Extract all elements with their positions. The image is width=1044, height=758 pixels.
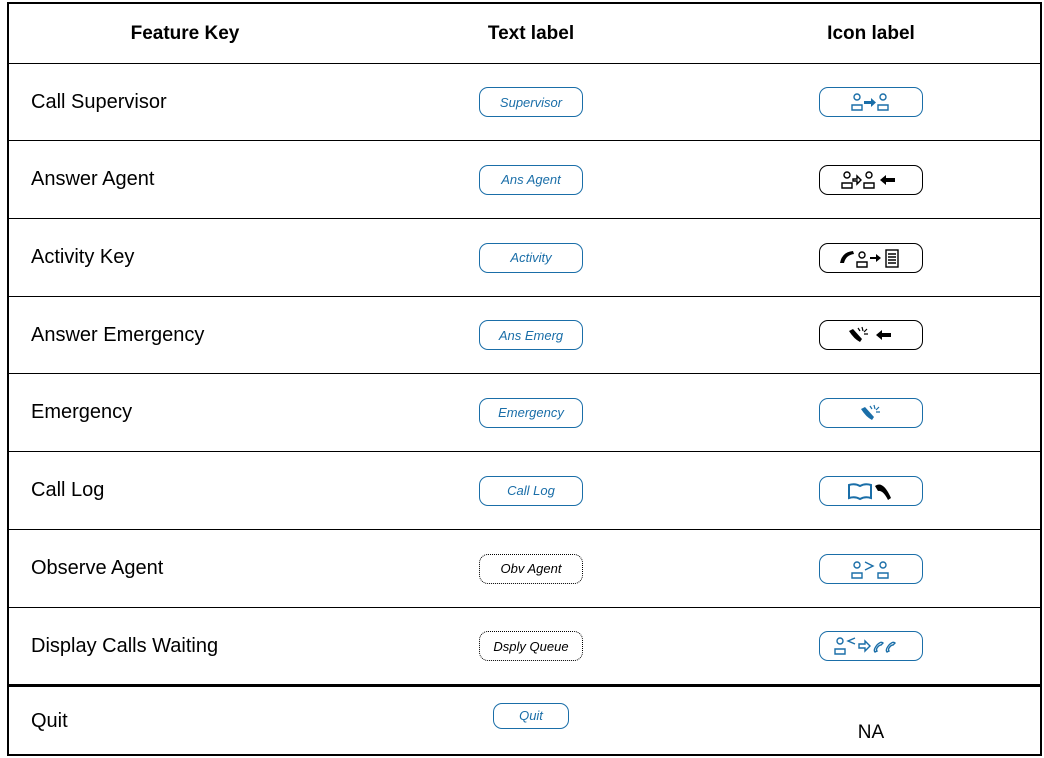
table-header-row: Feature Key Text label Icon label [9, 4, 1040, 64]
header-feature-key: Feature Key [130, 22, 240, 44]
supervisor-text-key: Supervisor [479, 87, 583, 117]
table-row: Call Supervisor Supervisor [9, 64, 1040, 141]
icon-not-applicable: NA [857, 721, 885, 743]
table-row: Quit Quit NA [9, 685, 1040, 756]
ans-agent-text-key: Ans Agent [479, 164, 583, 195]
answer-agent-icon [841, 170, 895, 189]
activity-text-key: Activity [479, 242, 583, 273]
call-log-text-key: Call Log [479, 475, 583, 506]
table-row: Display Calls Waiting Dsply Queue [9, 608, 1040, 685]
display-calls-waiting-icon [834, 637, 896, 655]
ans-emerg-text-key: Ans Emerg [479, 320, 583, 350]
observe-agent-icon [851, 560, 889, 579]
feature-name: Call Log [31, 479, 105, 501]
answer-agent-icon-key [819, 164, 923, 195]
feature-name: Activity Key [31, 246, 135, 268]
call-log-icon [848, 482, 891, 500]
call-log-icon-key [819, 475, 923, 506]
table-row: Emergency Emergency [9, 374, 1040, 452]
header-text-label: Text label [487, 22, 575, 44]
answer-emergency-icon-key [819, 320, 923, 350]
quit-text-key: Quit [493, 702, 569, 729]
activity-key-icon [840, 248, 899, 268]
dsply-queue-text-key: Dsply Queue [479, 631, 583, 661]
feature-name: Answer Emergency [31, 323, 205, 346]
table-row: Answer Agent Ans Agent [9, 141, 1040, 219]
feature-key-table: Feature Key Text label Icon label Call S… [7, 2, 1042, 756]
feature-name: Display Calls Waiting [31, 634, 219, 657]
emergency-text-key: Emergency [479, 397, 583, 428]
table-row: Observe Agent Obv Agent [9, 530, 1040, 608]
feature-name: Answer Agent [31, 168, 155, 190]
activity-key-icon-key [819, 242, 923, 273]
call-supervisor-icon-key [819, 87, 923, 117]
emergency-icon [861, 404, 880, 420]
feature-name: Observe Agent [31, 557, 164, 579]
obv-agent-text-key: Obv Agent [479, 553, 583, 584]
call-supervisor-icon [851, 93, 889, 111]
feature-name: Call Supervisor [31, 90, 167, 113]
table-row: Activity Key Activity [9, 219, 1040, 297]
answer-emergency-icon [849, 326, 891, 342]
display-calls-waiting-icon-key [819, 631, 923, 661]
emergency-icon-key [819, 397, 923, 428]
header-icon-label: Icon label [827, 22, 915, 44]
table-row: Answer Emergency Ans Emerg [9, 297, 1040, 374]
feature-name: Emergency [31, 401, 133, 423]
observe-agent-icon-key [819, 553, 923, 584]
feature-name: Quit [31, 710, 68, 732]
table-row: Call Log Call Log [9, 452, 1040, 530]
